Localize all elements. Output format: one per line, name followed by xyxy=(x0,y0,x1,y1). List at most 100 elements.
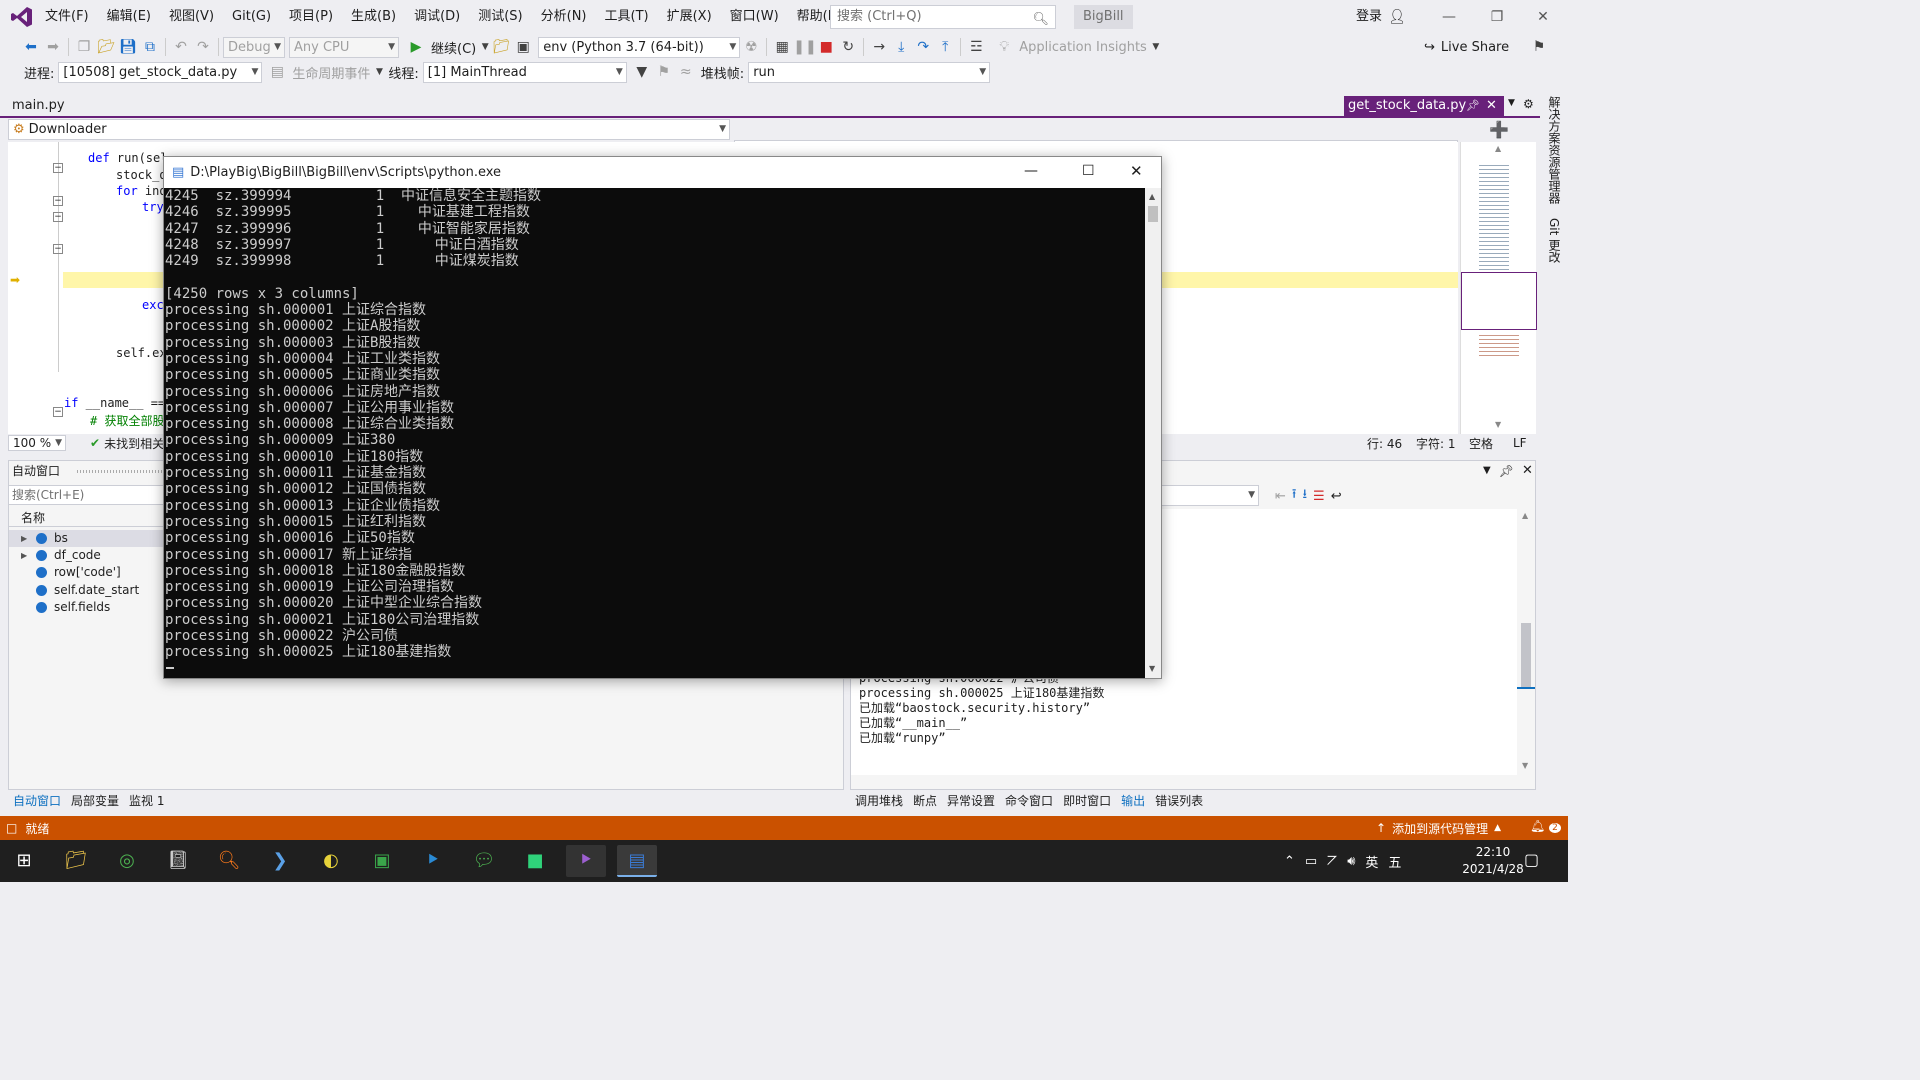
continue-button[interactable]: 继续(C) xyxy=(427,38,480,57)
solution-explorer-tab[interactable]: 解决方案资源管理器 xyxy=(1544,96,1561,204)
menu-item[interactable]: 窗口(W) xyxy=(721,0,788,34)
python-console-window[interactable]: ▤ D:\PlayBig\BigBill\BigBill\env\Scripts… xyxy=(163,156,1162,679)
panel-tab[interactable]: 局部变量 xyxy=(66,790,124,812)
chevron-down-icon[interactable]: ▼ xyxy=(1508,98,1515,108)
pin-icon[interactable]: 📌︎ xyxy=(1499,464,1514,478)
battery-icon[interactable]: ▭ xyxy=(1305,854,1317,869)
wps-sheet-icon[interactable]: ▣ xyxy=(362,845,402,877)
tab-main-py[interactable]: main.py xyxy=(8,96,69,116)
panel-tab[interactable]: 监视 1 xyxy=(124,790,169,812)
scroll-down-icon[interactable]: ▼ xyxy=(1522,761,1528,770)
clear-all-icon[interactable]: ☰ xyxy=(1313,489,1325,504)
menu-item[interactable]: 生成(B) xyxy=(342,0,405,34)
notebook-app-icon[interactable]: 📓︎ xyxy=(158,845,198,877)
menu-item[interactable]: 分析(N) xyxy=(532,0,596,34)
stop-icon[interactable]: ■ xyxy=(815,36,837,58)
vscode-icon[interactable]: ⯈ xyxy=(413,845,453,877)
python-console-icon[interactable]: ▤ xyxy=(617,845,657,877)
thread-select[interactable]: [1] MainThread ▼ xyxy=(422,61,627,83)
feedback-icon[interactable]: ⚑ xyxy=(1528,36,1550,58)
panel-tab[interactable]: 输出 xyxy=(1116,790,1150,812)
chevron-down-icon[interactable]: ▼ xyxy=(374,61,384,83)
file-explorer-icon[interactable]: 📁︎ xyxy=(56,845,96,877)
app-icon[interactable]: ◐ xyxy=(311,845,351,877)
class-select[interactable]: ⚙ Downloader ▼ xyxy=(8,119,730,140)
minimize-button[interactable]: — xyxy=(1024,163,1038,179)
add-source-control-button[interactable]: ↑ 添加到源代码管理 ▲ xyxy=(1376,816,1501,840)
menu-item[interactable]: 视图(V) xyxy=(160,0,223,34)
maximize-button[interactable]: ❐ xyxy=(1474,0,1520,34)
git-changes-tab[interactable]: Git 更改 xyxy=(1544,218,1561,263)
zoom-select[interactable]: 100 % ▼ xyxy=(8,435,66,451)
folder-view-icon[interactable]: 📁︎ xyxy=(490,36,512,58)
pause-icon[interactable]: ❚❚ xyxy=(793,36,816,58)
ime-mode[interactable]: 五 xyxy=(1388,852,1401,871)
step-over-icon[interactable]: ↷ xyxy=(912,36,934,58)
menu-item[interactable]: 文件(F) xyxy=(36,0,98,34)
screenshot-icon[interactable]: ▣ xyxy=(512,36,534,58)
new-project-icon[interactable]: ❐ xyxy=(73,36,95,58)
search-input[interactable]: 搜索 (Ctrl+Q) 🔍︎ xyxy=(830,5,1056,29)
action-center-icon[interactable]: ▢ xyxy=(1524,850,1539,869)
powershell-icon[interactable]: ❯ xyxy=(260,845,300,877)
chevron-down-icon[interactable]: ▼ xyxy=(480,36,490,58)
close-button[interactable]: ✕ xyxy=(1130,162,1143,180)
restart-icon[interactable]: ↻ xyxy=(837,36,859,58)
save-icon[interactable]: 💾︎ xyxy=(117,36,139,58)
notifications-button[interactable]: 🔔︎ 2 xyxy=(1530,819,1561,833)
search-icon[interactable]: 🔍︎ xyxy=(1032,9,1049,31)
collapse-icon[interactable]: − xyxy=(53,244,63,254)
scroll-thumb[interactable] xyxy=(1148,206,1158,222)
panel-tab[interactable]: 异常设置 xyxy=(942,790,1000,812)
search-app-icon[interactable]: 🔍︎ xyxy=(209,845,249,877)
menu-item[interactable]: 编辑(E) xyxy=(98,0,160,34)
char-indicator[interactable]: 字符: 1 xyxy=(1416,435,1456,452)
maximize-button[interactable]: ☐ xyxy=(1082,163,1095,179)
output-scrollbar[interactable]: ▲ ▼ xyxy=(1517,509,1535,775)
menu-item[interactable]: 扩展(X) xyxy=(658,0,721,34)
live-share-button[interactable]: ↪ Live Share xyxy=(1424,36,1509,58)
login-button[interactable]: 登录 👤︎ xyxy=(1356,0,1406,34)
chevron-up-icon[interactable]: ⌃ xyxy=(1284,854,1295,869)
collapse-icon[interactable]: − xyxy=(53,196,63,206)
step-out-icon[interactable]: ⤒ xyxy=(934,36,956,58)
step-into-icon[interactable]: ⤓ xyxy=(890,36,912,58)
lifecycle-icon[interactable]: ▤ xyxy=(266,61,288,83)
issues-status[interactable]: 未找到相关 xyxy=(104,435,164,452)
close-icon[interactable]: ✕ xyxy=(1522,463,1533,478)
show-threads-icon[interactable]: ≈ xyxy=(675,61,697,83)
expand-icon[interactable]: ▶ xyxy=(21,530,27,547)
collapse-icon[interactable]: − xyxy=(53,163,63,173)
console-scrollbar[interactable]: ▲ ▼ xyxy=(1145,188,1161,678)
minimize-button[interactable]: — xyxy=(1426,0,1472,34)
visual-studio-icon[interactable]: ⯈ xyxy=(566,845,606,877)
word-wrap-icon[interactable]: ↩ xyxy=(1331,489,1342,504)
scroll-down-icon[interactable]: ▼ xyxy=(1149,664,1155,673)
menu-item[interactable]: 工具(T) xyxy=(596,0,658,34)
console-output[interactable]: 4245 sz.399994 1 中证信息安全主题指数 4246 sz.39999… xyxy=(164,188,1145,678)
layout-icon[interactable]: ▦ xyxy=(771,36,793,58)
scroll-up-icon[interactable]: ▲ xyxy=(1149,192,1155,201)
process-select[interactable]: [10508] get_stock_data.py ▼ xyxy=(58,61,263,83)
chrome-icon[interactable]: ◎ xyxy=(107,845,147,877)
visual-studio-logo-icon[interactable] xyxy=(10,5,34,29)
ime-language[interactable]: 英 xyxy=(1365,852,1378,871)
gear-icon[interactable]: ⚙ xyxy=(1523,97,1534,111)
collapse-icon[interactable]: − xyxy=(53,212,63,222)
next-message-icon[interactable]: ⭳ xyxy=(1302,485,1307,507)
line-indicator[interactable]: 行: 46 xyxy=(1367,435,1402,452)
chevron-down-icon[interactable]: ▼ xyxy=(1483,465,1491,476)
find-message-icon[interactable]: ⇤ xyxy=(1275,489,1286,504)
python-environment-select[interactable]: env (Python 3.7 (64-bit)) ▼ xyxy=(538,36,741,58)
panel-tab[interactable]: 调用堆栈 xyxy=(850,790,908,812)
chevron-down-icon[interactable]: ▼ xyxy=(1151,36,1161,58)
breakpoints-icon[interactable]: ☲ xyxy=(965,36,987,58)
volume-icon[interactable]: 🔊︎ xyxy=(1347,854,1355,869)
show-next-statement-icon[interactable]: → xyxy=(868,36,890,58)
menu-item[interactable]: 项目(P) xyxy=(280,0,342,34)
tab-get-stock-data-py[interactable]: get_stock_data.py 📌︎ ✕ xyxy=(1344,96,1504,116)
save-all-icon[interactable]: ⧉ xyxy=(139,36,161,58)
wifi-icon[interactable]: ⦢ xyxy=(1327,854,1337,869)
wechat-icon[interactable]: 💬︎ xyxy=(464,845,504,877)
open-file-icon[interactable]: 📂︎ xyxy=(95,36,117,58)
